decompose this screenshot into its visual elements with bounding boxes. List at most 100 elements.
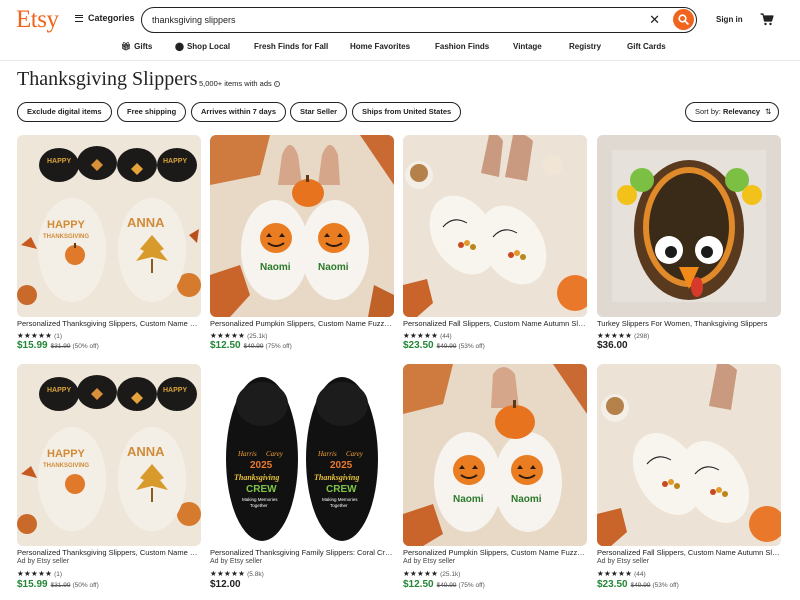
listing-price: $15.99 $31.99 (50% off) — [17, 579, 99, 590]
page-title: Thanksgiving Slippers — [17, 68, 198, 90]
listing-title[interactable]: Personalized Pumpkin Slippers, Custom Na… — [403, 548, 587, 557]
categories-button[interactable]: Categories — [75, 13, 135, 23]
search-icon — [678, 14, 689, 25]
nav-gifts-label: Gifts — [134, 42, 153, 51]
star-rating-icons: ★★★★★ — [210, 331, 246, 340]
discount-percent: (75% off) — [265, 343, 292, 350]
hamburger-icon — [75, 14, 83, 22]
star-rating-icons: ★★★★★ — [17, 569, 53, 578]
search-input[interactable]: thanksgiving slippers — [152, 15, 236, 25]
listing-price: $23.50 $49.99 (53% off) — [597, 579, 679, 590]
gift-icon: 🎁︎ — [121, 42, 132, 51]
listing-title[interactable]: Personalized Pumpkin Slippers, Custom Na… — [210, 319, 394, 328]
review-count: (44) — [634, 571, 646, 578]
nav-shop-local[interactable]: ⬤︎ Shop Local — [175, 42, 230, 51]
discount-percent: (50% off) — [72, 582, 99, 589]
listing-title[interactable]: Personalized Fall Slippers, Custom Name … — [597, 548, 781, 557]
star-rating-icons: ★★★★★ — [210, 569, 246, 578]
nav-fresh-finds[interactable]: Fresh Finds for Fall — [254, 42, 328, 51]
listing-title[interactable]: Personalized Fall Slippers, Custom Name … — [403, 319, 587, 328]
nav-registry[interactable]: Registry — [569, 42, 601, 51]
original-price: $31.99 — [50, 343, 71, 350]
cart-button[interactable] — [760, 13, 774, 31]
listing-image[interactable] — [403, 135, 587, 317]
discount-percent: (50% off) — [72, 343, 99, 350]
slipper-text-carey-2: Carey — [346, 450, 364, 458]
sort-dropdown[interactable]: Sort by: Relevancy ⇅ — [685, 102, 779, 122]
cart-icon — [760, 13, 774, 26]
filter-ships-us[interactable]: Ships from United States — [352, 102, 462, 122]
slipper-text-happy-2: HAPPY — [163, 387, 187, 394]
listing-rating: ★★★★★ (5.8k) — [210, 569, 264, 578]
listing-image[interactable] — [597, 135, 781, 317]
results-count: 5,000+ items with ads i — [199, 79, 280, 88]
sale-price: $15.99 — [17, 579, 48, 590]
slipper-text-naomi-2: Naomi — [511, 494, 542, 505]
filter-star-seller[interactable]: Star Seller — [290, 102, 348, 122]
listing-price: $12.00 — [210, 579, 241, 590]
nav-shop-local-label: Shop Local — [186, 42, 231, 51]
review-count: (298) — [634, 333, 650, 340]
original-price: $31.99 — [50, 582, 71, 589]
filter-exclude-digital[interactable]: Exclude digital items — [17, 102, 112, 122]
nav-gift-cards[interactable]: Gift Cards — [627, 42, 666, 51]
listing-image[interactable]: Naomi Naomi — [210, 135, 394, 317]
listing-image[interactable] — [597, 364, 781, 546]
listing-title[interactable]: Personalized Thanksgiving Slippers, Cust… — [17, 319, 201, 328]
listing-price: $12.50 $49.99 (75% off) — [403, 579, 485, 590]
slipper-text-year-2: 2025 — [330, 460, 353, 471]
slipper-text-together-1: Together — [250, 503, 268, 508]
search-bar[interactable]: thanksgiving slippers ✕ — [141, 7, 697, 33]
listing-rating: ★★★★★ (1) — [17, 331, 62, 340]
review-count: (25.1k) — [440, 571, 461, 578]
sign-in-link[interactable]: Sign in — [716, 15, 743, 24]
slipper-text-thanksgiving: THANKSGIVING — [43, 234, 89, 240]
nav-gifts[interactable]: 🎁︎ Gifts — [121, 42, 152, 51]
discount-percent: (53% off) — [652, 582, 679, 589]
sort-prefix: Sort by: — [695, 107, 723, 116]
ad-label: Ad by Etsy seller — [597, 558, 650, 565]
slipper-text-happy-2: HAPPY — [163, 158, 187, 165]
etsy-logo[interactable]: Etsy — [16, 6, 59, 34]
star-rating-icons: ★★★★★ — [597, 331, 633, 340]
clear-search-icon[interactable]: ✕ — [649, 12, 660, 28]
nav-fashion-finds[interactable]: Fashion Finds — [435, 42, 489, 51]
slipper-text-naomi-1: Naomi — [453, 494, 484, 505]
listing-image[interactable]: Harris Harris Carey Carey 2025 2025 Than… — [210, 364, 394, 546]
review-count: (44) — [440, 333, 452, 340]
listing-rating: ★★★★★ (25.1k) — [403, 569, 460, 578]
price: $12.00 — [210, 579, 241, 590]
listing-rating: ★★★★★ (44) — [597, 569, 646, 578]
listing-image[interactable]: Naomi Naomi — [403, 364, 587, 546]
listing-image[interactable]: HAPPY HAPPY HAPPY THANKSGIVING ANNA — [17, 364, 201, 546]
info-icon[interactable]: i — [273, 81, 280, 88]
slipper-text-anna: ANNA — [127, 215, 165, 230]
slipper-text-carey-1: Carey — [266, 450, 284, 458]
listing-rating: ★★★★★ (44) — [403, 331, 452, 340]
ad-label: Ad by Etsy seller — [403, 558, 456, 565]
original-price: $49.99 — [243, 343, 264, 350]
sale-price: $23.50 — [597, 579, 628, 590]
listing-rating: ★★★★★ (25.1k) — [210, 331, 267, 340]
listing-title[interactable]: Personalized Thanksgiving Family Slipper… — [210, 548, 394, 557]
location-pin-icon: ⬤︎ — [175, 42, 184, 51]
listing-title[interactable]: Turkey Slippers For Women, Thanksgiving … — [597, 319, 781, 328]
slipper-text-crew-1: CREW — [246, 484, 277, 495]
nav-home-favorites[interactable]: Home Favorites — [350, 42, 410, 51]
star-rating-icons: ★★★★★ — [403, 569, 439, 578]
review-count: (1) — [54, 571, 63, 578]
listing-price: $12.50 $49.99 (75% off) — [210, 340, 292, 351]
slipper-text-memories-1: Making Memories — [242, 497, 278, 502]
listing-image[interactable]: HAPPY HAPPY HAPPY THANKSGIVING ANNA — [17, 135, 201, 317]
filter-free-shipping[interactable]: Free shipping — [117, 102, 187, 122]
filter-arrives-7-days[interactable]: Arrives within 7 days — [191, 102, 287, 122]
listing-price: $23.50 $49.99 (53% off) — [403, 340, 485, 351]
sale-price: $15.99 — [17, 340, 48, 351]
slipper-text-harris-1: Harris — [237, 450, 257, 458]
search-button[interactable] — [673, 9, 694, 30]
nav-vintage[interactable]: Vintage — [513, 42, 542, 51]
site-header: Etsy Categories thanksgiving slippers ✕ … — [0, 0, 800, 40]
listing-title[interactable]: Personalized Thanksgiving Slippers, Cust… — [17, 548, 201, 557]
listing-price: $36.00 — [597, 340, 628, 351]
sort-arrows-icon: ⇅ — [765, 107, 772, 116]
